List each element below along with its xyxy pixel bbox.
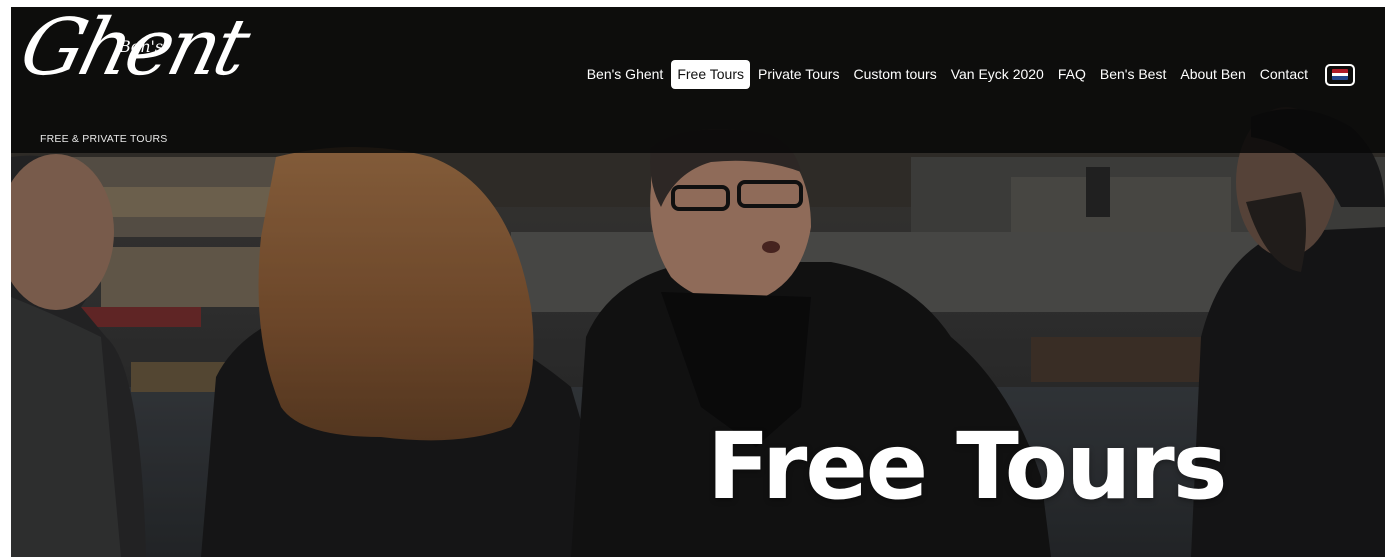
netherlands-flag-icon: [1332, 69, 1348, 80]
nav-item-free-tours[interactable]: Free Tours: [671, 60, 750, 89]
nav-item-private-tours[interactable]: Private Tours: [752, 60, 845, 89]
nav-item-bens-best[interactable]: Ben's Best: [1094, 60, 1173, 89]
site-logo[interactable]: Ghent Ben's FREE & PRIVATE TOURS: [12, 7, 255, 149]
nav-item-about-ben[interactable]: About Ben: [1174, 60, 1251, 89]
main-nav: Ben's Ghent Free Tours Private Tours Cus…: [580, 60, 1355, 89]
flag-stripe-blue: [1332, 76, 1348, 80]
hero-title: Free Tours: [707, 412, 1228, 520]
nav-item-bens-ghent[interactable]: Ben's Ghent: [581, 60, 670, 89]
site-header: Ghent Ben's FREE & PRIVATE TOURS Ben's G…: [11, 7, 1385, 153]
logo-script-small: Ben's: [119, 37, 164, 56]
nav-item-faq[interactable]: FAQ: [1052, 60, 1092, 89]
language-switch-button[interactable]: [1325, 63, 1355, 86]
nav-item-contact[interactable]: Contact: [1254, 60, 1314, 89]
nav-item-van-eyck-2020[interactable]: Van Eyck 2020: [945, 60, 1050, 89]
logo-tagline: FREE & PRIVATE TOURS: [40, 133, 168, 145]
nav-item-custom-tours[interactable]: Custom tours: [847, 60, 942, 89]
page-frame: Ghent Ben's FREE & PRIVATE TOURS Ben's G…: [11, 7, 1385, 557]
